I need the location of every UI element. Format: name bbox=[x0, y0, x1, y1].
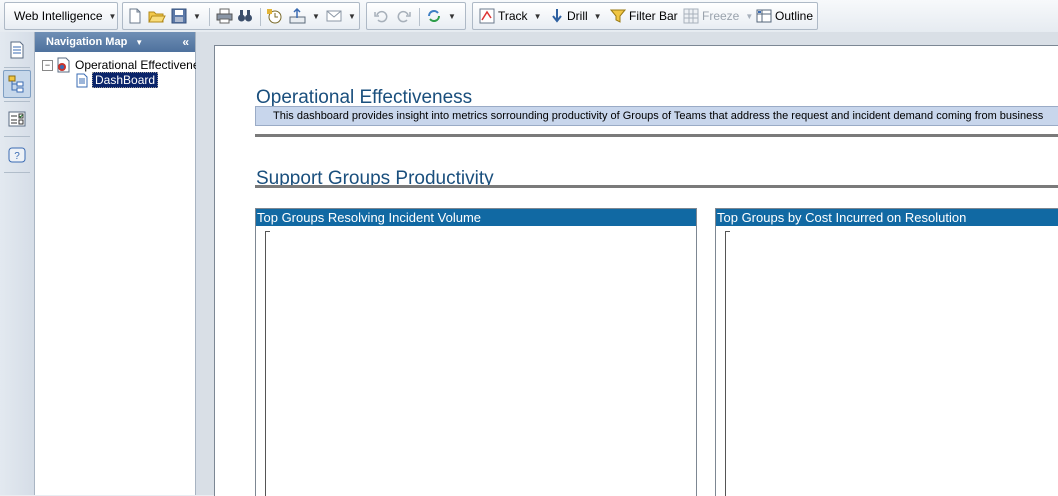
save-dropdown-icon[interactable]: ▼ bbox=[193, 12, 201, 21]
app-menu-group: Web Intelligence ▼ bbox=[4, 2, 118, 30]
web-intelligence-menu[interactable]: Web Intelligence ▼ bbox=[14, 6, 116, 26]
empty-chart-area bbox=[265, 231, 270, 496]
track-icon bbox=[479, 8, 495, 24]
tree-node-root[interactable]: − Operational Effectiveness bbox=[42, 57, 212, 73]
drill-label: Drill bbox=[567, 9, 588, 23]
report-description: This dashboard provides insight into met… bbox=[255, 106, 1058, 126]
redo-icon[interactable] bbox=[396, 6, 412, 26]
help-icon[interactable]: ? bbox=[4, 142, 30, 168]
divider bbox=[4, 172, 30, 173]
outline-button[interactable]: Outline bbox=[756, 6, 813, 26]
freeze-dropdown-icon[interactable]: ▼ bbox=[745, 12, 753, 21]
track-button[interactable]: Track ▼ bbox=[479, 6, 541, 26]
divider-rule bbox=[255, 134, 1058, 137]
open-folder-icon[interactable] bbox=[148, 6, 166, 26]
refresh-dropdown-icon[interactable]: ▼ bbox=[448, 12, 456, 21]
track-dropdown-icon[interactable]: ▼ bbox=[534, 12, 542, 21]
schedule-icon[interactable] bbox=[266, 6, 283, 26]
tree-collapse-icon[interactable]: − bbox=[42, 59, 53, 71]
chevron-down-icon[interactable]: ▼ bbox=[135, 38, 143, 47]
print-icon[interactable] bbox=[216, 6, 233, 26]
refresh-icon[interactable]: ▼ bbox=[426, 6, 456, 26]
filter-icon bbox=[610, 9, 626, 23]
email-dropdown-icon[interactable]: ▼ bbox=[348, 12, 356, 21]
export-icon[interactable]: ▼ bbox=[289, 6, 320, 26]
report-page-icon bbox=[76, 73, 88, 87]
undo-icon[interactable] bbox=[373, 6, 389, 26]
side-panel-strip: ? bbox=[0, 32, 35, 495]
divider bbox=[209, 8, 210, 26]
analysis-group: Track ▼ Drill ▼ Filter Bar Freeze ▼ Outline bbox=[472, 2, 818, 30]
empty-chart-area bbox=[725, 231, 730, 496]
tree-dashboard-label: DashBoard bbox=[92, 72, 159, 88]
input-controls-icon[interactable] bbox=[4, 106, 30, 132]
new-document-icon[interactable] bbox=[127, 6, 143, 26]
document-summary-icon[interactable] bbox=[4, 37, 30, 63]
email-icon[interactable]: ▼ bbox=[326, 6, 356, 26]
report-page: Operational Effectiveness This dashboard… bbox=[214, 45, 1058, 496]
block-header: Top Groups by Cost Incurred on Resolutio… bbox=[716, 209, 1058, 226]
filter-bar-label: Filter Bar bbox=[629, 9, 678, 23]
report-document-icon bbox=[57, 57, 70, 73]
freeze-button[interactable]: Freeze ▼ bbox=[683, 6, 753, 26]
drill-icon bbox=[552, 9, 562, 23]
divider bbox=[4, 101, 30, 102]
chart-block-incident-volume[interactable]: Top Groups Resolving Incident Volume bbox=[255, 208, 697, 496]
navigation-map-title: Navigation Map bbox=[46, 36, 128, 48]
tree-node-dashboard[interactable]: DashBoard bbox=[75, 72, 159, 88]
navigation-map-panel: Navigation Map ▼ « − Operational Effecti… bbox=[35, 32, 212, 495]
report-canvas: Operational Effectiveness This dashboard… bbox=[200, 32, 1058, 496]
freeze-icon bbox=[683, 8, 699, 24]
navigation-map-header: Navigation Map ▼ « bbox=[35, 32, 195, 52]
drill-dropdown-icon[interactable]: ▼ bbox=[594, 12, 602, 21]
drill-button[interactable]: Drill ▼ bbox=[550, 6, 602, 26]
main-toolbar: Web Intelligence ▼ ▼ ▼ ▼ ▼ Track ▼ Drill… bbox=[0, 0, 1058, 33]
track-label: Track bbox=[498, 9, 528, 23]
save-icon[interactable]: ▼ bbox=[171, 6, 201, 26]
report-description-text: This dashboard provides insight into met… bbox=[273, 110, 1044, 122]
divider bbox=[4, 67, 30, 68]
block-header: Top Groups Resolving Incident Volume bbox=[256, 209, 696, 226]
svg-text:?: ? bbox=[14, 151, 20, 162]
filter-bar-button[interactable]: Filter Bar bbox=[610, 6, 678, 26]
freeze-label: Freeze bbox=[702, 9, 740, 23]
undo-group: ▼ bbox=[366, 2, 466, 30]
web-intelligence-label: Web Intelligence bbox=[14, 9, 103, 23]
divider bbox=[4, 136, 30, 137]
outline-icon bbox=[756, 9, 772, 23]
chevron-down-icon[interactable]: ▼ bbox=[109, 12, 117, 21]
file-tools-group: ▼ ▼ ▼ bbox=[122, 2, 360, 30]
divider bbox=[260, 8, 261, 26]
navigation-map-icon[interactable] bbox=[3, 70, 31, 98]
divider bbox=[419, 8, 420, 26]
outline-label: Outline bbox=[775, 9, 814, 23]
divider-rule bbox=[255, 185, 1058, 188]
collapse-panel-icon[interactable]: « bbox=[182, 35, 189, 49]
find-binoculars-icon[interactable] bbox=[237, 6, 253, 26]
chart-block-cost-incurred[interactable]: Top Groups by Cost Incurred on Resolutio… bbox=[715, 208, 1058, 496]
tree-root-label: Operational Effectiveness bbox=[75, 58, 212, 72]
export-dropdown-icon[interactable]: ▼ bbox=[312, 12, 320, 21]
